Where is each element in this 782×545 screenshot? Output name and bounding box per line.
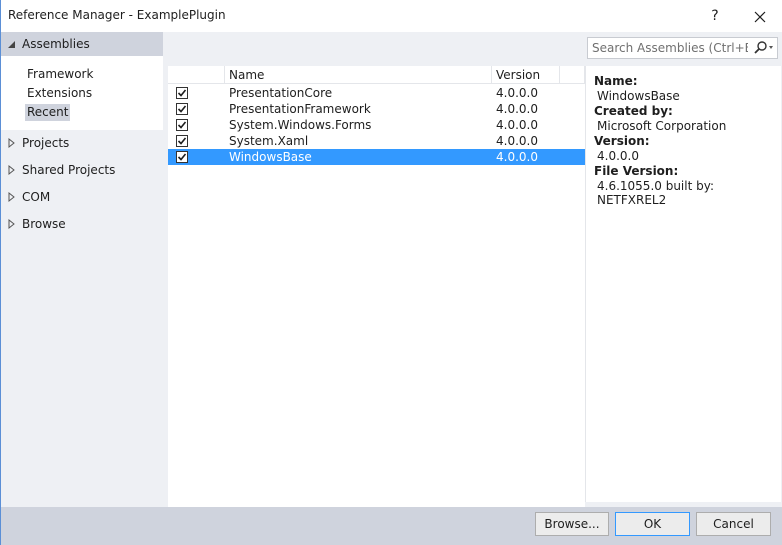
nav-section-browse[interactable]: Browse (1, 212, 163, 236)
row-name: System.Windows.Forms (229, 118, 372, 132)
checkmark-icon (177, 89, 187, 97)
search-icon (754, 41, 773, 54)
details-panel: Name: WindowsBase Created by: Microsoft … (585, 66, 781, 502)
row-checkbox[interactable] (176, 119, 188, 131)
search-input[interactable] (588, 38, 748, 58)
title-bar: Reference Manager - ExamplePlugin ? (1, 0, 782, 32)
header-name[interactable]: Name (225, 66, 492, 84)
row-name: System.Xaml (229, 134, 309, 148)
nav-item-recent[interactable]: Recent (25, 104, 71, 121)
window-title: Reference Manager - ExamplePlugin (8, 8, 226, 22)
table-row[interactable]: System.Windows.Forms 4.0.0.0 (168, 117, 585, 133)
collapsed-arrow-icon (8, 218, 15, 230)
dialog-footer: Browse... OK Cancel (1, 507, 782, 545)
row-name: PresentationCore (229, 86, 333, 100)
row-version: 4.0.0.0 (496, 86, 538, 100)
checkmark-icon (177, 153, 187, 161)
row-name: WindowsBase (229, 150, 312, 164)
checkmark-icon (177, 105, 187, 113)
help-button[interactable]: ? (701, 5, 729, 27)
close-button[interactable] (745, 5, 775, 27)
nav-item-framework[interactable]: Framework (25, 66, 95, 83)
collapsed-arrow-icon (8, 137, 15, 149)
detail-file-version-label: File Version: (594, 164, 679, 178)
assemblies-subitems: Framework Extensions Recent (1, 56, 163, 130)
nav-section-assemblies[interactable]: Assemblies (1, 32, 163, 56)
search-options-button[interactable] (751, 38, 777, 58)
detail-name-value: WindowsBase (597, 89, 680, 103)
row-version: 4.0.0.0 (496, 102, 538, 116)
detail-version-value: 4.0.0.0 (597, 149, 639, 163)
nav-section-shared-projects[interactable]: Shared Projects (1, 158, 163, 182)
cancel-button[interactable]: Cancel (696, 512, 771, 536)
nav-section-label: COM (22, 190, 51, 204)
table-row[interactable]: System.Xaml 4.0.0.0 (168, 133, 585, 149)
row-version: 4.0.0.0 (496, 134, 538, 148)
left-navigation: Assemblies Framework Extensions Recent P… (1, 32, 163, 507)
nav-section-label: Browse (22, 217, 66, 231)
nav-section-label: Projects (22, 136, 70, 150)
table-row-selected[interactable]: WindowsBase 4.0.0.0 (168, 149, 585, 165)
nav-section-label: Assemblies (22, 37, 90, 51)
expanded-arrow-icon (8, 41, 15, 48)
header-version[interactable]: Version (492, 66, 560, 84)
row-checkbox[interactable] (176, 135, 188, 147)
search-box (587, 37, 778, 59)
reference-manager-window: Reference Manager - ExamplePlugin ? Asse… (0, 0, 782, 545)
nav-section-projects[interactable]: Projects (1, 131, 163, 155)
table-row[interactable]: PresentationFramework 4.0.0.0 (168, 101, 585, 117)
detail-name-label: Name: (594, 74, 638, 88)
row-version: 4.0.0.0 (496, 118, 538, 132)
row-checkbox[interactable] (176, 103, 188, 115)
checkmark-icon (177, 137, 187, 145)
header-filler (560, 66, 585, 84)
detail-version-label: Version: (594, 134, 650, 148)
nav-section-com[interactable]: COM (1, 185, 163, 209)
row-name: PresentationFramework (229, 102, 371, 116)
list-header: Name Version (168, 66, 585, 84)
ok-button[interactable]: OK (615, 512, 690, 536)
close-icon (754, 11, 766, 22)
checkmark-icon (177, 121, 187, 129)
collapsed-arrow-icon (8, 191, 15, 203)
row-version: 4.0.0.0 (496, 150, 538, 164)
collapsed-arrow-icon (8, 164, 15, 176)
row-checkbox[interactable] (176, 151, 188, 163)
nav-section-label: Shared Projects (22, 163, 116, 177)
detail-file-version-value: 4.6.1055.0 built by: NETFXREL2 (597, 179, 714, 207)
row-checkbox[interactable] (176, 87, 188, 99)
browse-button[interactable]: Browse... (535, 512, 609, 536)
table-row[interactable]: PresentationCore 4.0.0.0 (168, 85, 585, 101)
header-checkbox-column[interactable] (168, 66, 225, 84)
nav-item-extensions[interactable]: Extensions (25, 85, 94, 102)
assembly-list[interactable]: Name Version PresentationCore 4.0.0.0 Pr… (168, 66, 585, 534)
detail-created-by-label: Created by: (594, 104, 673, 118)
detail-created-by-value: Microsoft Corporation (597, 119, 727, 133)
